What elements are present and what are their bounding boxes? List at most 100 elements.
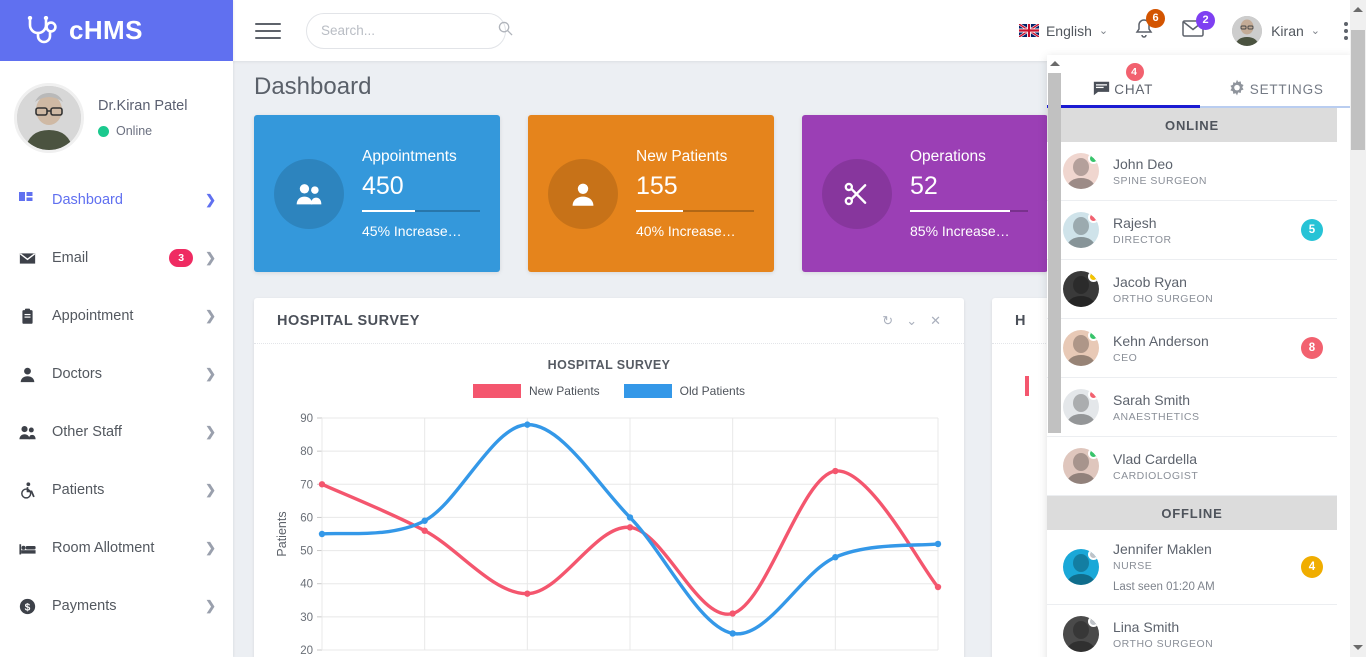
chat-list-item[interactable]: John Deo SPINE SURGEON: [1047, 142, 1337, 201]
user-name: Kiran: [1271, 22, 1304, 39]
envelope-icon: [19, 250, 41, 267]
user-icon: [19, 366, 41, 383]
browser-scrollbar[interactable]: [1350, 0, 1366, 657]
stat-card-value: 52: [910, 172, 938, 200]
legend-label: New Patients: [528, 384, 600, 398]
contact-role: CARDIOLOGIST: [1113, 469, 1199, 482]
chat-list-item[interactable]: Jennifer Maklen NURSE Last seen 01:20 AM 4: [1047, 530, 1337, 605]
contact-role: ORTHO SURGEON: [1113, 292, 1214, 305]
sidebar-item-dashboard[interactable]: Dashboard ❯: [0, 171, 233, 229]
chevron-right-icon: ❯: [205, 540, 216, 555]
page-scroll-thumb[interactable]: [1351, 30, 1365, 150]
tab-settings[interactable]: SETTINGS: [1200, 55, 1353, 106]
app-root: cHMS Dr.Kiran Patel Online Dashboard ❯ E…: [0, 0, 1366, 657]
notifications-badge: 6: [1146, 8, 1166, 28]
stat-card-appointments[interactable]: Appointments 450 45% Increase…: [254, 115, 500, 272]
stat-card-subtitle: 45% Increase…: [362, 223, 462, 239]
sidebar-item-label: Appointment: [52, 308, 134, 324]
page-scroll-up-arrow[interactable]: [1353, 7, 1363, 12]
sidebar-item-other-staff[interactable]: Other Staff ❯: [0, 403, 233, 461]
svg-text:70: 70: [300, 479, 313, 491]
topbar-right: English ⌄ 6 2 Kiran ⌄: [1018, 8, 1352, 46]
contact-avatar: [1063, 448, 1099, 484]
tab-badge: 4: [1125, 63, 1144, 81]
legend-label: Old Patients: [679, 384, 746, 398]
search-icon[interactable]: [498, 21, 513, 41]
messages-button[interactable]: 2: [1182, 10, 1216, 42]
chat-list-item[interactable]: Lina Smith ORTHO SURGEON: [1047, 605, 1337, 657]
contact-name: Kehn Anderson: [1113, 332, 1209, 349]
sidebar-item-room-allotment[interactable]: Room Allotment ❯: [0, 519, 233, 577]
search-input[interactable]: [321, 23, 498, 38]
contact-name: Vlad Cardella: [1113, 450, 1198, 467]
avatar: [14, 83, 84, 153]
sidebar-item-email[interactable]: Email 3 ❯: [0, 229, 233, 287]
stat-card-value: 450: [362, 172, 404, 200]
chat-list-item[interactable]: Kehn Anderson CEO 8: [1047, 319, 1337, 378]
stethoscope-icon: [26, 15, 60, 46]
sidebar-item-badge: 3: [169, 249, 194, 267]
scroll-up-arrow[interactable]: [1049, 61, 1060, 66]
clipboard-icon: [19, 308, 41, 325]
stat-card-operations[interactable]: Operations 52 85% Increase…: [802, 115, 1048, 272]
contact-avatar: [1063, 212, 1099, 248]
user-avatar: [1232, 15, 1263, 46]
sidebar-item-payments[interactable]: $ Payments ❯: [0, 577, 233, 635]
language-label: English: [1045, 22, 1092, 39]
unread-count-badge: 4: [1301, 556, 1323, 578]
stat-card-title: New Patients: [636, 148, 728, 165]
presence-dot-icon: [1088, 212, 1099, 223]
tab-chat[interactable]: CHAT 4: [1047, 55, 1200, 108]
presence-dot-icon: [1088, 549, 1099, 560]
contact-name: Jacob Ryan: [1113, 273, 1187, 290]
sidebar-item-label: Doctors: [52, 366, 102, 382]
search-input-wrapper[interactable]: [306, 12, 513, 49]
brand-header[interactable]: cHMS: [0, 0, 233, 61]
chevron-down-icon: ⌄: [1098, 25, 1109, 37]
language-selector[interactable]: English ⌄: [1018, 22, 1109, 39]
hamburger-icon[interactable]: [255, 18, 281, 44]
chat-list-item[interactable]: Rajesh DIRECTOR 5: [1047, 201, 1337, 260]
tab-label: SETTINGS: [1249, 82, 1324, 97]
legend-item[interactable]: Old Patients: [623, 384, 746, 398]
chevron-right-icon: ❯: [205, 424, 216, 439]
contact-role: ANAESTHETICS: [1113, 410, 1200, 423]
stat-card-new-patients[interactable]: New Patients 155 40% Increase…: [528, 115, 774, 272]
online-dot-icon: [98, 125, 109, 137]
chart-title: HOSPITAL SURVEY: [547, 358, 671, 372]
user-menu[interactable]: Kiran ⌄: [1232, 15, 1320, 46]
chat-list-item[interactable]: Jacob Ryan ORTHO SURGEON: [1047, 260, 1337, 319]
profile-name: Dr.Kiran Patel: [98, 98, 188, 114]
sidebar-item-appointment[interactable]: Appointment ❯: [0, 287, 233, 345]
sidebar-nav: Dashboard ❯ Email 3 ❯ Appointment ❯ Doctors ❯ Oth…: [0, 171, 233, 635]
stat-card-title: Operations: [910, 148, 986, 165]
panel-tools: ↻ ⌄ ✕: [882, 313, 941, 329]
contact-avatar: [1063, 330, 1099, 366]
presence-dot-icon: [1088, 389, 1099, 400]
legend-item[interactable]: New Patients: [472, 384, 600, 398]
sidebar-item-label: Dashboard: [52, 192, 123, 208]
sidebar-item-label: Payments: [52, 598, 117, 614]
presence-dot-icon: [1088, 271, 1099, 282]
refresh-icon[interactable]: ↻: [882, 313, 893, 329]
wheelchair-icon: [19, 481, 41, 499]
page-scroll-down-arrow[interactable]: [1353, 645, 1363, 650]
close-icon[interactable]: ✕: [930, 313, 941, 329]
chat-list-item[interactable]: Vlad Cardella CARDIOLOGIST: [1047, 437, 1337, 496]
contact-avatar: [1063, 549, 1099, 585]
presence-dot-icon: [1088, 153, 1099, 164]
svg-text:60: 60: [300, 512, 313, 524]
contact-name: Lina Smith: [1113, 618, 1180, 635]
sidebar-item-patients[interactable]: Patients ❯: [0, 461, 233, 519]
chat-group-header: OFFLINE: [1047, 496, 1337, 530]
chat-scroll-thumb[interactable]: [1048, 73, 1061, 433]
sidebar-item-doctors[interactable]: Doctors ❯: [0, 345, 233, 403]
stat-card-subtitle: 85% Increase…: [910, 223, 1010, 239]
presence-dot-icon: [1088, 330, 1099, 341]
chat-list-item[interactable]: Sarah Smith ANAESTHETICS: [1047, 378, 1337, 437]
collapse-icon[interactable]: ⌄: [906, 313, 917, 329]
chat-group-header: ONLINE: [1047, 108, 1337, 142]
notifications-button[interactable]: 6: [1134, 8, 1166, 44]
chevron-right-icon: ❯: [205, 308, 216, 323]
chevron-right-icon: ❯: [205, 250, 216, 265]
